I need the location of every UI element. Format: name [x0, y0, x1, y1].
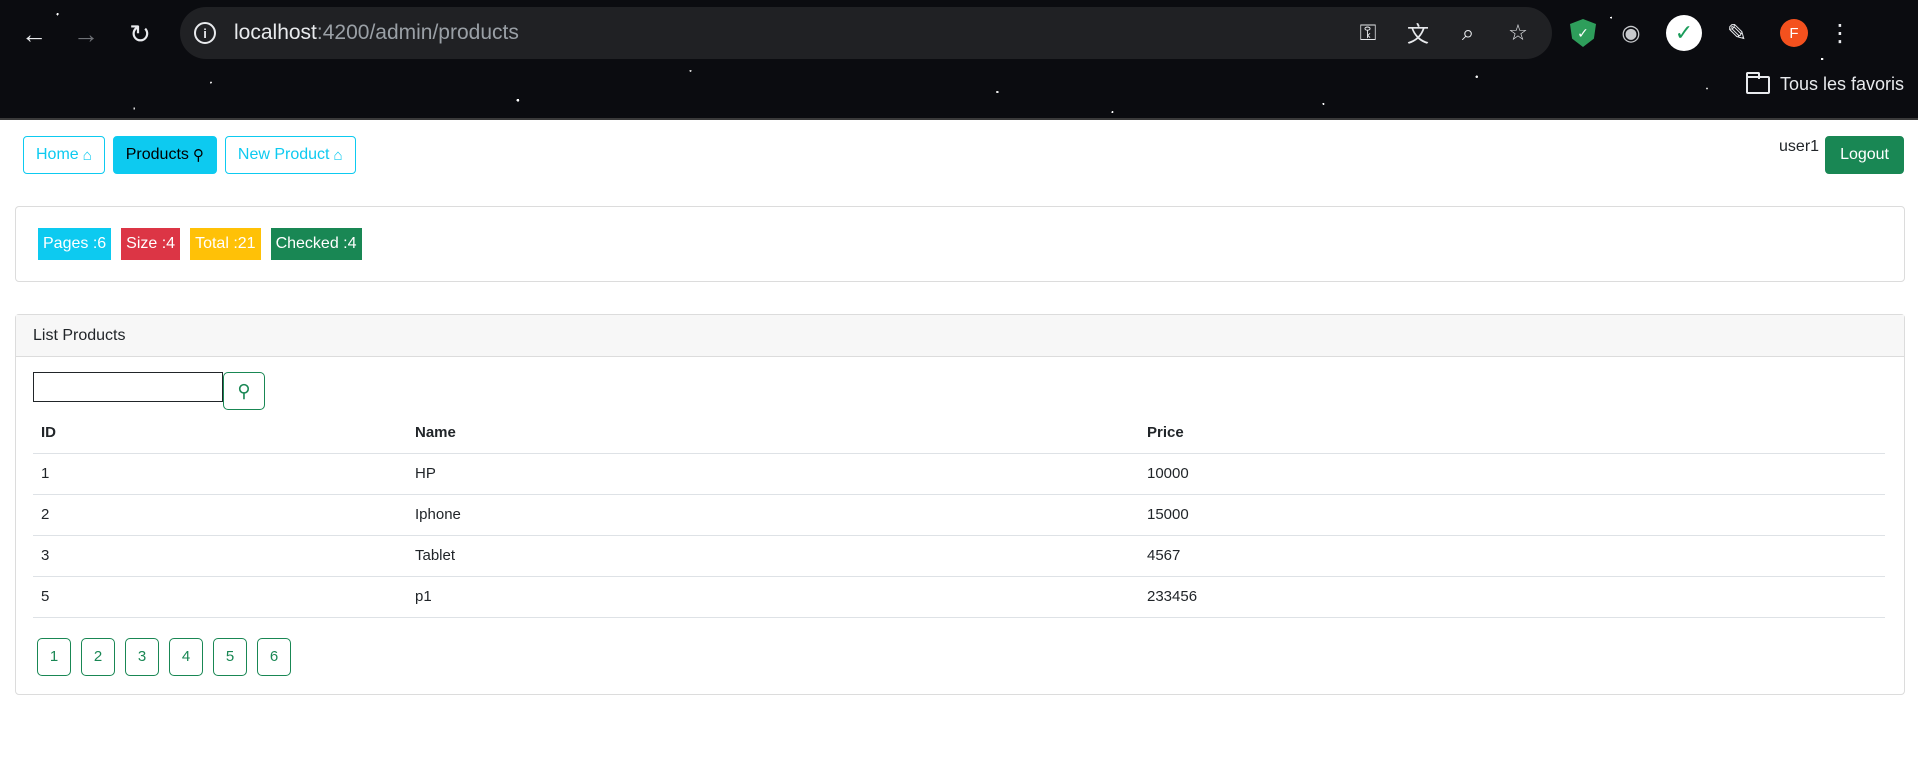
table-row: 5 p1 233456 [33, 576, 1885, 618]
app-navbar: Home ⌂ Products ⚲ New Product ⌂ user1 Lo… [0, 120, 1918, 190]
cell-price: 4567 [1139, 535, 1885, 577]
table-header-row: ID Name Price [33, 412, 1885, 454]
extensions-puzzle-icon[interactable]: ✎ [1722, 19, 1752, 48]
browser-menu-icon[interactable]: ⋮ [1828, 19, 1852, 48]
cell-name: Iphone [407, 494, 1139, 536]
pages-badge: Pages :6 [38, 228, 112, 260]
card-header: List Products [16, 315, 1904, 357]
translate-icon[interactable]: 文 [1404, 17, 1432, 49]
address-bar[interactable]: i localhost:4200/admin/products ⚿ 文 ⌕ ☆ [180, 7, 1552, 59]
home-button-label: Home [36, 146, 79, 163]
products-card: List Products ⚲ ID Name Price 1 HP 10000 [15, 314, 1905, 695]
profile-avatar[interactable]: F [1780, 19, 1808, 47]
page-button-4[interactable]: 4 [169, 637, 203, 676]
page-button-6[interactable]: 6 [257, 637, 291, 676]
page-button-2[interactable]: 2 [81, 637, 115, 676]
search-button[interactable]: ⚲ [223, 372, 265, 410]
search-icon: ⚲ [192, 147, 204, 164]
table-row: 1 HP 10000 [33, 453, 1885, 495]
search-icon: ⚲ [237, 380, 251, 401]
site-info-icon[interactable]: i [194, 22, 216, 44]
column-header-price: Price [1139, 412, 1885, 454]
products-table: ID Name Price 1 HP 10000 2 Iphone 15000 … [33, 412, 1885, 618]
column-header-id: ID [33, 412, 407, 454]
search-input[interactable] [33, 372, 223, 402]
search-form: ⚲ [33, 372, 1887, 410]
total-badge: Total :21 [190, 228, 261, 260]
folder-icon [1745, 71, 1770, 94]
cell-price: 15000 [1139, 494, 1885, 536]
check-extension-icon[interactable]: ✓ [1666, 15, 1702, 51]
page-button-1[interactable]: 1 [37, 637, 71, 676]
table-row: 3 Tablet 4567 [33, 535, 1885, 577]
cell-price: 10000 [1139, 453, 1885, 495]
bookmark-star-icon[interactable]: ☆ [1504, 20, 1532, 46]
size-badge: Size :4 [121, 228, 181, 260]
logout-button[interactable]: Logout [1825, 136, 1904, 174]
house-icon: ⌂ [82, 146, 92, 164]
all-bookmarks[interactable]: Tous les favoris [1745, 71, 1904, 95]
products-button[interactable]: Products ⚲ [112, 136, 217, 174]
cell-name: HP [407, 453, 1139, 495]
new-product-button-label: New Product [237, 146, 330, 163]
products-button-label: Products [125, 146, 189, 163]
cell-id: 2 [33, 494, 407, 536]
cell-name: Tablet [407, 535, 1139, 577]
house-icon: ⌂ [333, 146, 343, 164]
home-button[interactable]: Home ⌂ [23, 136, 105, 174]
stats-card: Pages :6 Size :4 Total :21 Checked :4 [15, 206, 1905, 282]
username: user1 [1779, 138, 1820, 155]
cell-id: 3 [33, 535, 407, 577]
pagination: 1 2 3 4 5 6 [37, 637, 1887, 676]
cell-name: p1 [407, 576, 1139, 618]
back-arrow-icon[interactable]: ← [14, 14, 54, 54]
column-header-name: Name [407, 412, 1139, 454]
url-text[interactable]: localhost:4200/admin/products [234, 21, 519, 45]
table-row: 2 Iphone 15000 [33, 494, 1885, 536]
camera-extension-icon[interactable]: ◉ [1616, 20, 1646, 46]
browser-chrome: ← → ↻ i localhost:4200/admin/products ⚿ … [0, 0, 1918, 120]
reload-icon[interactable]: ↻ [120, 14, 160, 54]
cell-price: 233456 [1139, 576, 1885, 618]
checked-badge: Checked :4 [270, 228, 362, 260]
cell-id: 5 [33, 576, 407, 618]
new-product-button[interactable]: New Product ⌂ [224, 136, 356, 174]
zoom-out-icon[interactable]: ⌕ [1454, 20, 1482, 46]
page-button-3[interactable]: 3 [125, 637, 159, 676]
forward-arrow-icon[interactable]: → [66, 14, 106, 54]
card-title: List Products [33, 326, 126, 344]
shield-extension-icon[interactable]: ✓ [1570, 19, 1596, 47]
page-button-5[interactable]: 5 [213, 637, 247, 676]
key-icon[interactable]: ⚿ [1354, 20, 1382, 46]
bookmarks-label: Tous les favoris [1779, 74, 1904, 94]
cell-id: 1 [33, 453, 407, 495]
